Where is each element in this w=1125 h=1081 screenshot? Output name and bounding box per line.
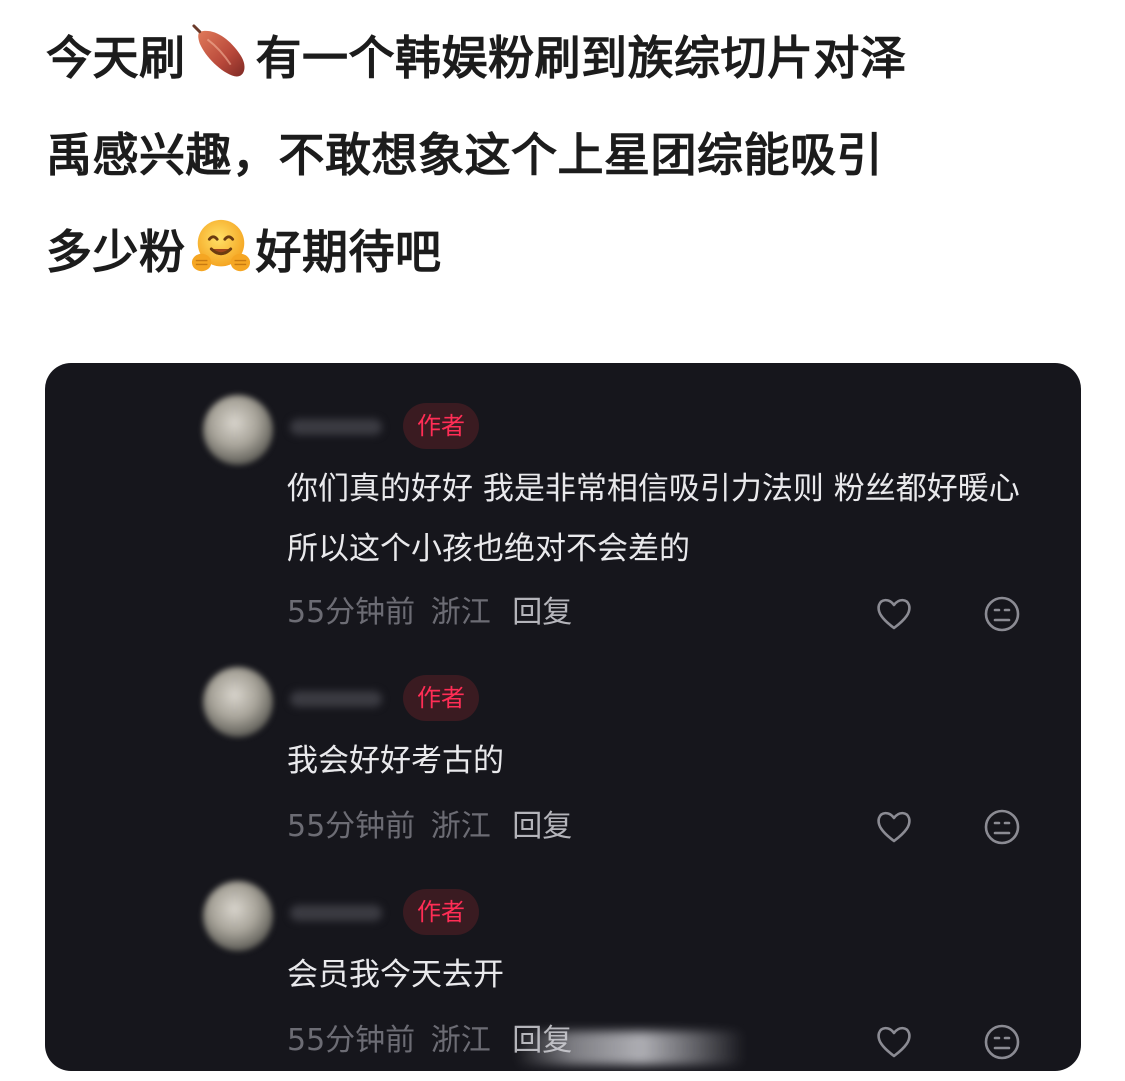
- like-heart-icon[interactable]: [874, 1022, 914, 1062]
- comment-location: 浙江: [430, 1023, 491, 1058]
- comment-meta: 55分钟前 浙江 回复: [287, 593, 572, 633]
- reply-button[interactable]: 回复: [512, 595, 572, 630]
- author-badge: 作者: [403, 403, 479, 449]
- comment-time: 55分钟前: [287, 809, 416, 844]
- post-line-3: 多少粉 好期待吧: [46, 204, 1086, 301]
- post-text-1b: 有一个韩娱粉刷到族综切片对泽: [255, 31, 907, 85]
- like-heart-icon[interactable]: [874, 594, 914, 634]
- comment-meta: 55分钟前 浙江 回复: [287, 807, 572, 847]
- username-blurred[interactable]: [290, 691, 382, 707]
- avatar[interactable]: [203, 667, 273, 737]
- username-blurred[interactable]: [290, 905, 382, 921]
- comment-text: 你们真的好好 我是非常相信吸引力法则 粉丝都好暖心 所以这个小孩也绝对不会差的: [287, 471, 1020, 567]
- post-line-1: 今天刷 有一个韩娱粉刷到族综切片对泽: [46, 10, 1086, 107]
- author-badge: 作者: [403, 675, 479, 721]
- comment-text: 我会好好考古的: [287, 743, 504, 779]
- comment-location: 浙江: [430, 595, 491, 630]
- reply-button[interactable]: 回复: [512, 809, 572, 844]
- comment-location: 浙江: [430, 809, 491, 844]
- dislike-face-icon[interactable]: [983, 1023, 1021, 1061]
- dislike-face-icon[interactable]: [983, 808, 1021, 846]
- dislike-face-icon[interactable]: [983, 595, 1021, 633]
- post-text-3a: 多少粉: [46, 225, 186, 279]
- avatar[interactable]: [203, 395, 273, 465]
- like-heart-icon[interactable]: [874, 807, 914, 847]
- comment-time: 55分钟前: [287, 595, 416, 630]
- avatar[interactable]: [203, 881, 273, 951]
- author-badge: 作者: [403, 889, 479, 935]
- post-text-3b: 好期待吧: [255, 225, 442, 279]
- comment-text: 会员我今天去开: [287, 957, 504, 993]
- post-text-1a: 今天刷: [46, 31, 186, 85]
- username-blurred[interactable]: [290, 419, 382, 435]
- post-body: 今天刷 有一个韩娱粉刷到族综切片对泽 禹感兴趣，不敢想象这个上星团综能吸引 多少…: [46, 10, 1086, 301]
- sweet-potato-icon: [191, 24, 244, 77]
- comment-screenshot-card: 作者 你们真的好好 我是非常相信吸引力法则 粉丝都好暖心 所以这个小孩也绝对不会…: [45, 363, 1081, 1071]
- post-line-2: 禹感兴趣，不敢想象这个上星团综能吸引: [46, 128, 883, 182]
- watermark-overlay: [515, 1031, 745, 1065]
- hugging-face-icon: [191, 219, 250, 272]
- comment-time: 55分钟前: [287, 1023, 416, 1058]
